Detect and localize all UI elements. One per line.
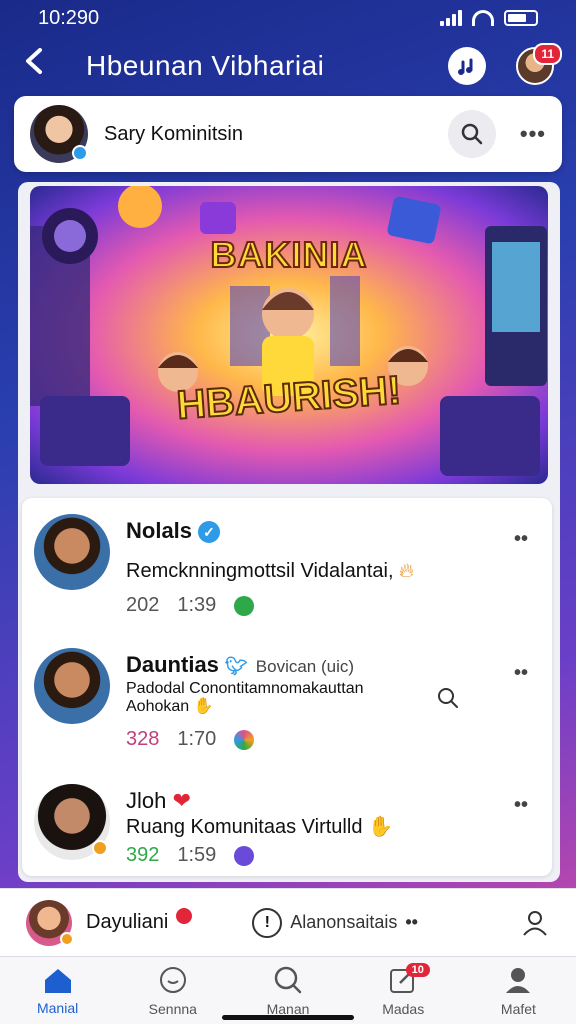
posts-card: Nolals ✓ Remcknningmottsil Vidalantai, 🔥︎… [22,498,552,876]
post-author-name: Dauntias [126,652,219,677]
more-options-icon[interactable]: •• [514,794,528,817]
tab-chat[interactable]: Sennna [115,957,230,1024]
more-options-icon[interactable]: •• [405,912,418,933]
post-author[interactable]: Nolals ✓ [126,518,221,544]
verified-icon [72,145,88,161]
post-text: Remcknningmottsil Vidalantai, 🔥︎ [126,560,414,583]
post-count: 202 [126,594,160,616]
post-text-content: Remcknningmottsil Vidalantai, [126,560,394,582]
notification-dot-icon [174,905,195,926]
hand-icon: ✋ [193,698,214,715]
verified-icon: ✓ [198,521,221,544]
post-time: 1:59 [177,844,217,866]
announcements-label: Alanonsaitais [290,912,398,932]
music-icon [458,58,473,75]
tab-profile[interactable]: Mafet [461,957,576,1024]
search-icon [461,123,483,145]
upvote-icon[interactable] [234,595,255,616]
header-avatar[interactable]: 11 [516,43,562,85]
post-author-name: Jloh [126,788,167,813]
search-button[interactable] [447,110,496,158]
search-icon[interactable] [436,686,460,710]
heart-icon: ❤ [172,788,191,813]
post-text-content: Ruang Komunitaas Virtulld [126,816,363,838]
notification-badge: 11 [533,43,562,65]
profile-icon[interactable] [520,908,550,938]
post-time: 1:70 [177,728,217,750]
app-header: Hbeunan Vibhariai 11 [0,40,576,92]
post-text-content: Padodal Conontitamnomakauttan Aohokan [126,680,364,715]
post-time: 1:39 [177,594,217,616]
post-avatar[interactable] [34,784,110,860]
post-avatar[interactable] [34,648,110,724]
chat-icon [159,966,186,993]
tab-home[interactable]: Manial [0,957,115,1024]
compose-avatar[interactable] [26,899,74,946]
profile-card[interactable]: Sary Kominitsin ••• [14,96,562,172]
compose-name[interactable]: Dayuliani [86,911,168,934]
post-author[interactable]: Jloh ❤ [126,788,191,814]
status-dot-icon [60,931,74,946]
tab-badge: 10 [405,963,430,977]
post-author[interactable]: Dauntias 🐦︎ Bovican (uic) [126,652,354,678]
search-icon [274,966,302,993]
signal-icon [440,10,462,26]
status-dot-icon [92,840,108,856]
flame-icon: 🔥︎ [399,560,414,582]
post-count: 392 [126,844,160,866]
wifi-icon [472,10,494,26]
tab-label: Madas [382,1000,425,1017]
bird-icon: 🐦︎ [224,656,248,676]
avatar[interactable] [30,105,88,163]
info-icon: ! [252,907,283,938]
post-item[interactable]: Jloh ❤ Ruang Komunitaas Virtulld ✋ 392 1… [34,774,540,884]
page-title: Hbeunan Vibhariai [86,50,325,81]
banner-title: BAKINIA [210,233,368,276]
more-options-icon[interactable]: ••• [520,121,546,147]
tab-search[interactable]: Manan [230,957,345,1024]
announcements-button[interactable]: ! Alanonsaitais •• [252,907,520,938]
profile-name: Sary Kominitsin [104,122,243,145]
post-text: Ruang Komunitaas Virtulld ✋ [126,814,393,839]
back-button[interactable] [22,46,58,86]
post-stats: 202 1:39 [126,594,255,617]
more-options-icon[interactable]: •• [514,662,528,685]
status-time: 10:290 [38,6,100,29]
banner-image[interactable]: BAKINIA HBAURISH! [30,186,548,484]
post-text: Padodal Conontitamnomakauttan Aohokan ✋ [126,680,426,716]
status-bar: 10:290 [0,0,576,36]
tab-label: Manial [36,999,79,1016]
tab-edit[interactable]: 10 Madas [346,957,461,1024]
post-subtitle: Bovican (uic) [255,657,355,676]
share-icon[interactable] [234,845,255,866]
tab-label: Sennna [148,1000,197,1017]
battery-icon [504,10,538,26]
post-count: 328 [126,728,160,750]
hand-icon: ✋ [368,816,393,838]
compose-bar: Dayuliani ! Alanonsaitais •• [0,888,576,956]
post-stats: 328 1:70 [126,728,255,751]
post-item[interactable]: Dauntias 🐦︎ Bovican (uic) Padodal Conontit… [34,638,540,751]
post-item[interactable]: Nolals ✓ Remcknningmottsil Vidalantai, 🔥︎… [34,504,540,617]
tab-bar: Manial Sennna Manan 10 Madas Mafet [0,956,576,1024]
post-stats: 392 1:59 [126,844,255,867]
home-indicator[interactable] [222,1015,354,1020]
reaction-icon[interactable] [234,729,255,750]
music-button[interactable] [448,47,486,85]
more-options-icon[interactable]: •• [514,528,528,551]
post-avatar[interactable] [34,514,110,590]
status-icons [440,10,538,26]
banner-art [30,186,547,476]
profile-icon [506,967,531,993]
post-author-name: Nolals [126,518,193,543]
chevron-left-icon [26,48,42,74]
home-icon [44,968,71,993]
tab-label: Mafet [500,1000,536,1017]
